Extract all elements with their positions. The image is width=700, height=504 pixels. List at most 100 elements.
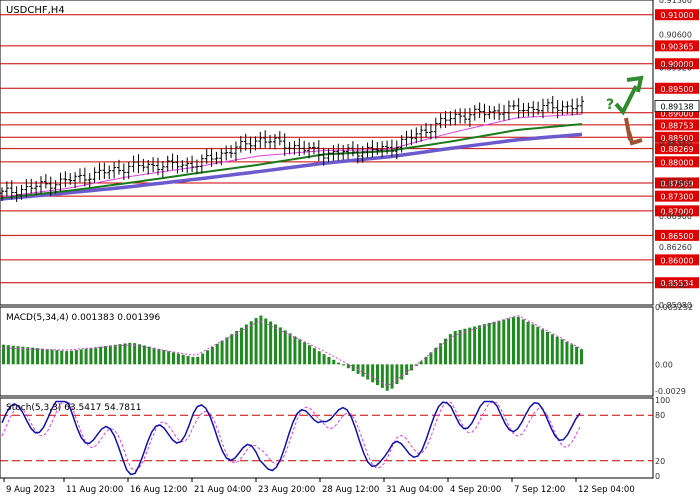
level-label: 0.86000 [660,256,693,265]
level-label: 0.87300 [660,193,693,202]
macd-bar [526,321,530,365]
macd-bar [395,364,399,385]
macd-bar [521,319,525,365]
macd-bar [541,329,545,365]
current-price-label: 0.89138 [660,103,693,112]
macd-bar [84,348,88,365]
macd-bar [70,350,73,365]
price-scale-label: 0.86260 [659,243,692,252]
stoch-scale-label: 0 [655,472,660,481]
macd-bar [235,330,239,365]
time-label: 4 Sep 20:00 [450,485,501,495]
macd-bar [317,351,321,365]
macd-bar [138,344,141,365]
macd-bar [575,346,579,365]
macd-bar [45,349,49,365]
stoch-panel-title: Stoch(5,3,3) 63.5417 54.7811 [6,403,141,413]
price-scale-label: 0.89920 [659,64,692,73]
time-label: 9 Aug 2023 [6,485,55,495]
macd-bar [303,342,307,365]
macd-bar [254,318,258,365]
time-axis: 9 Aug 2023 11 Aug 20:00 16 Aug 12:00 21 Aug… [3,478,635,495]
macd-bar [191,357,195,365]
macd-bar [497,320,501,365]
macd-bar [283,330,287,365]
macd-bar [487,322,491,365]
macd-bar [104,346,107,365]
level-label: 0.89500 [660,85,693,94]
macd-bar [536,326,540,365]
macd-bar [113,344,117,365]
macd-bar [390,364,394,389]
macd-scale-label: 0.00 [655,360,673,369]
macd-bar [240,327,243,365]
macd-bar [147,346,151,365]
macd-bar [65,351,69,365]
level-label: 0.88753 [660,121,693,130]
macd-bar [298,339,302,365]
price-scale-label: 0.91300 [659,0,692,5]
macd-bar [555,336,559,365]
price-scale-label: 0.90600 [659,30,692,39]
macd-bar [210,347,214,365]
macd-bar [346,364,350,369]
macd-bar [186,355,190,365]
macd-bar [550,334,554,365]
time-label: 31 Aug 04:00 [386,485,443,495]
macd-bar [162,350,166,365]
macd-bar [502,319,506,365]
stoch-scale-label: 100 [655,396,670,405]
macd-bar [215,343,219,365]
macd-bar [201,353,205,365]
macd-bar [312,348,316,365]
macd-bar [516,316,520,365]
level-label: 0.91000 [660,11,693,20]
macd-bar [79,349,83,365]
macd-bar [225,337,229,365]
macd-bar [176,353,180,365]
macd-bar [419,361,423,365]
macd-bar [21,346,25,365]
macd-bar [376,364,379,386]
macd-bar [507,318,511,365]
price-scale-label: 0.85487 [659,281,692,290]
macd-bar [337,362,341,365]
macd-bar [36,348,39,365]
macd-bar [89,348,93,365]
time-label: 12 Sep 04:00 [578,485,635,495]
time-label: 7 Sep 12:00 [514,485,565,495]
macd-bar [458,329,462,365]
macd-bar [293,336,297,365]
stoch-scale-label: 20 [655,457,665,466]
macd-bar [371,364,375,383]
macd-bar [249,321,253,365]
macd-bar [274,324,277,365]
macd-bar [288,333,292,365]
macd-bar [380,364,384,388]
level-label: 0.90365 [660,42,693,51]
time-label: 16 Aug 12:00 [130,485,187,495]
macd-bar [512,317,515,365]
macd-bar [269,321,273,365]
macd-bar [580,349,583,365]
macd-bar [278,327,282,365]
macd-bar [181,354,185,365]
macd-bar [385,364,389,391]
macd-bar [133,343,137,365]
macd-bar [473,326,477,365]
macd-bar [40,348,44,365]
macd-panel-title: MACD(5,34,4) 0.001383 0.001396 [6,313,161,323]
time-label: 23 Aug 20:00 [258,485,315,495]
macd-bar [244,324,248,365]
macd-bar [108,345,112,365]
time-label: 11 Aug 20:00 [66,485,123,495]
macd-scale-label: -0.0029 [655,387,686,396]
macd-bar [157,348,161,365]
macd-bar [492,321,496,365]
macd-bar [50,349,54,365]
macd-bar [128,342,132,365]
chart-canvas: 0.910000.903650.900000.895000.890000.887… [0,0,700,495]
price-scale-label: 0.86900 [659,212,692,221]
level-label: 0.88000 [660,158,693,167]
question-mark: ? [606,97,614,113]
